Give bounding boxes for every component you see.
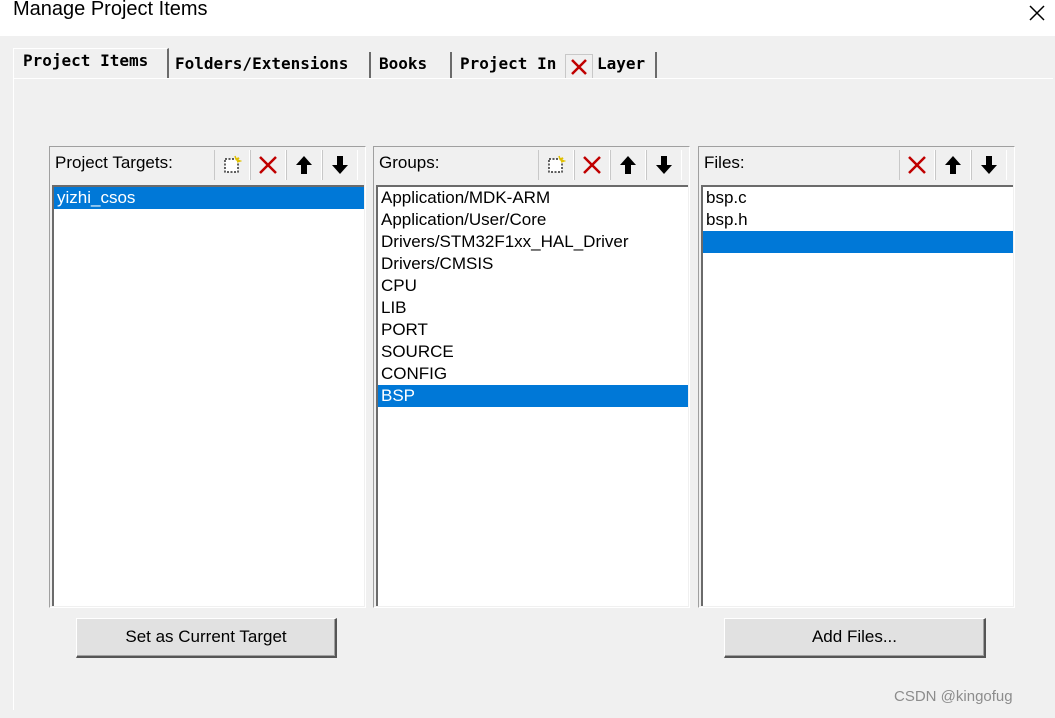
move-up-file-button[interactable] bbox=[935, 150, 971, 180]
delete-icon bbox=[259, 156, 277, 174]
move-down-icon bbox=[656, 156, 672, 174]
groups-label: Groups: bbox=[379, 153, 440, 172]
panel-header: Files: bbox=[699, 147, 1014, 183]
tab-project-info[interactable]: Project In bbox=[454, 52, 566, 78]
list-item[interactable]: PORT bbox=[378, 319, 688, 341]
title-bar: Manage Project Items bbox=[0, 0, 1055, 36]
panel-header: Groups: bbox=[374, 147, 689, 183]
list-item[interactable]: bsp.c bbox=[703, 187, 1013, 209]
list-item[interactable]: Drivers/CMSIS bbox=[378, 253, 688, 275]
tab-label: Books bbox=[379, 54, 428, 73]
files-panel: Files: bsp.c bsp.h bbox=[698, 146, 1015, 608]
move-up-group-button[interactable] bbox=[610, 150, 646, 180]
close-icon bbox=[1029, 5, 1045, 21]
tab-books[interactable]: Books bbox=[373, 52, 452, 78]
move-up-icon bbox=[945, 156, 961, 174]
targets-label: Project Targets: bbox=[55, 153, 173, 172]
delete-icon bbox=[908, 156, 926, 174]
button-label: Add Files... bbox=[811, 627, 898, 646]
tab-folders-extensions[interactable]: Folders/Extensions bbox=[169, 52, 371, 78]
list-item[interactable]: CONFIG bbox=[378, 363, 688, 385]
tab-project-items[interactable]: Project Items bbox=[13, 48, 169, 80]
delete-target-button[interactable] bbox=[250, 150, 286, 180]
close-button[interactable] bbox=[1022, 0, 1052, 26]
new-icon bbox=[548, 155, 566, 173]
tab-layer[interactable]: Layer bbox=[591, 52, 657, 78]
move-down-icon bbox=[981, 156, 997, 174]
list-item[interactable]: Application/User/Core bbox=[378, 209, 688, 231]
new-group-button[interactable] bbox=[538, 150, 574, 180]
files-list[interactable]: bsp.c bsp.h bbox=[701, 185, 1013, 606]
move-up-icon bbox=[620, 156, 636, 174]
move-down-file-button[interactable] bbox=[971, 150, 1007, 180]
list-item[interactable]: LIB bbox=[378, 297, 688, 319]
list-item[interactable]: Application/MDK-ARM bbox=[378, 187, 688, 209]
new-target-button[interactable] bbox=[214, 150, 250, 180]
list-item[interactable] bbox=[703, 231, 1013, 253]
delete-icon bbox=[583, 156, 601, 174]
button-label: Set as Current Target bbox=[125, 627, 287, 646]
window-title: Manage Project Items bbox=[13, 0, 208, 20]
set-current-target-button[interactable]: Set as Current Target bbox=[76, 618, 337, 658]
watermark: CSDN @kingofug bbox=[894, 688, 1013, 705]
delete-icon bbox=[571, 59, 587, 75]
list-item[interactable]: SOURCE bbox=[378, 341, 688, 363]
delete-group-button[interactable] bbox=[574, 150, 610, 180]
targets-panel: Project Targets: yizhi_csos bbox=[49, 146, 366, 608]
list-item[interactable]: bsp.h bbox=[703, 209, 1013, 231]
tab-label: Project Items bbox=[23, 51, 149, 70]
list-item[interactable]: BSP bbox=[378, 385, 688, 407]
list-item[interactable]: CPU bbox=[378, 275, 688, 297]
tab-label: Folders/Extensions bbox=[175, 54, 349, 73]
move-down-icon bbox=[332, 156, 348, 174]
groups-list[interactable]: Application/MDK-ARM Application/User/Cor… bbox=[376, 185, 688, 606]
add-files-button[interactable]: Add Files... bbox=[724, 618, 986, 658]
move-up-icon bbox=[296, 156, 312, 174]
tab-close-button[interactable] bbox=[565, 54, 593, 80]
targets-list[interactable]: yizhi_csos bbox=[52, 185, 364, 606]
panel-header: Project Targets: bbox=[50, 147, 365, 183]
list-item[interactable]: Drivers/STM32F1xx_HAL_Driver bbox=[378, 231, 688, 253]
tab-label: Project In bbox=[460, 54, 557, 73]
new-icon bbox=[224, 155, 242, 173]
move-down-target-button[interactable] bbox=[322, 150, 358, 180]
list-item[interactable]: yizhi_csos bbox=[54, 187, 364, 209]
files-label: Files: bbox=[704, 153, 745, 172]
move-down-group-button[interactable] bbox=[646, 150, 682, 180]
tab-label: Layer bbox=[597, 54, 646, 73]
groups-panel: Groups: Application/MDK-ARM Application/… bbox=[373, 146, 690, 608]
move-up-target-button[interactable] bbox=[286, 150, 322, 180]
delete-file-button[interactable] bbox=[899, 150, 935, 180]
